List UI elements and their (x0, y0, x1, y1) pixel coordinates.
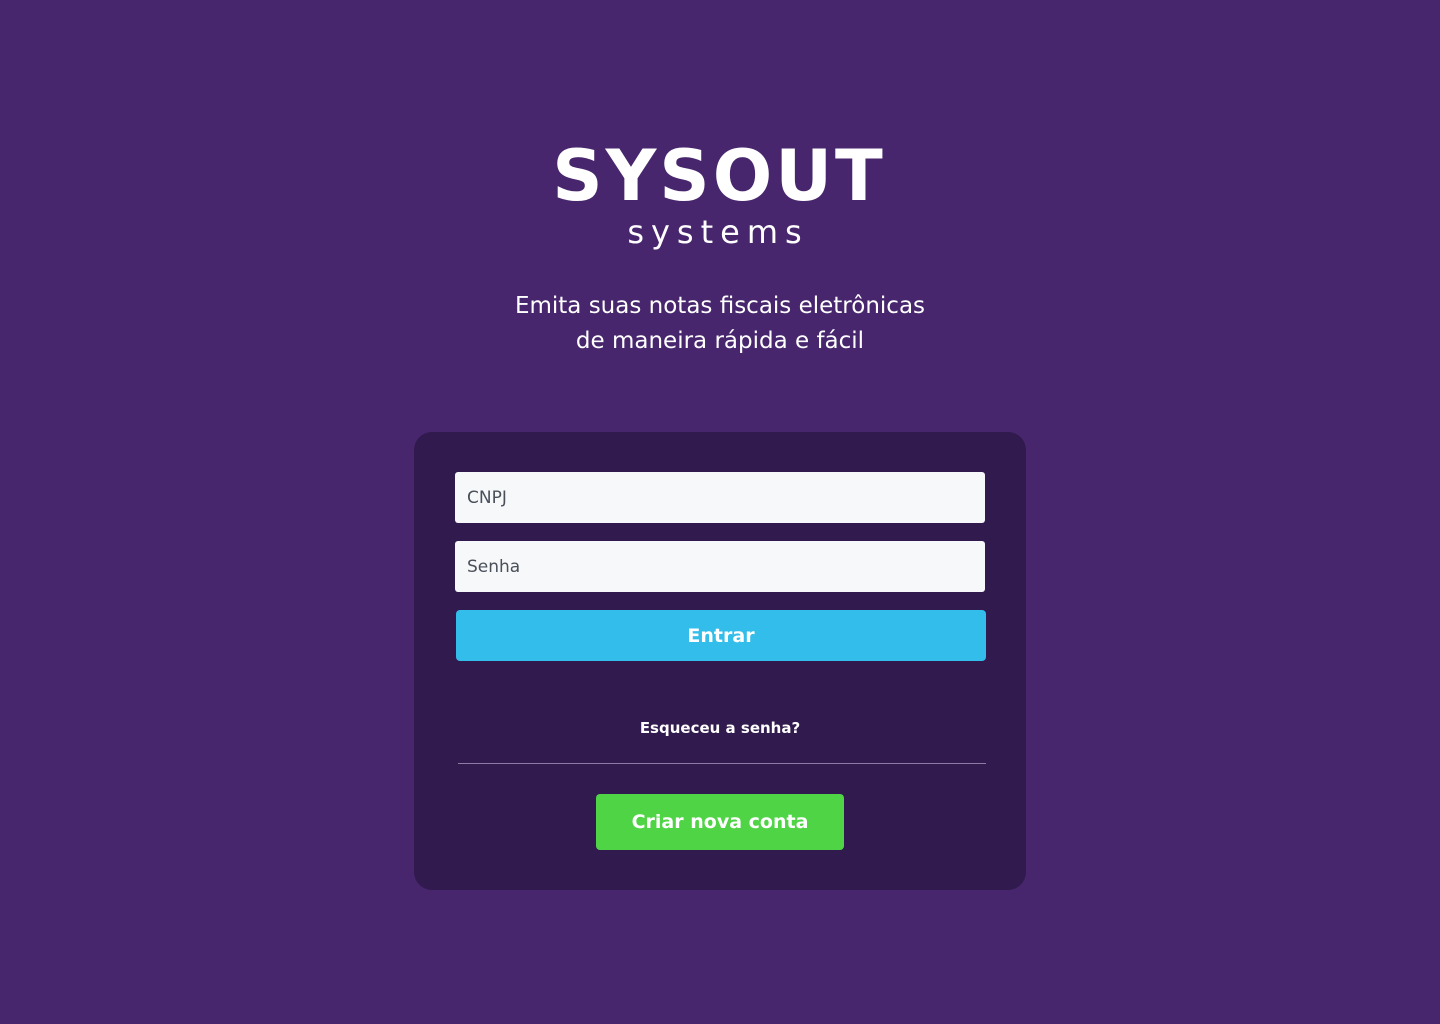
logo-name: SYSOUT (552, 135, 886, 217)
cnpj-input[interactable] (455, 472, 985, 523)
password-input[interactable] (455, 541, 985, 592)
logo: SYSOUT systems (0, 138, 1440, 250)
create-account-button[interactable]: Criar nova conta (596, 794, 844, 850)
forgot-password-link[interactable]: Esqueceu a senha? (414, 718, 1026, 738)
login-button[interactable]: Entrar (456, 610, 986, 661)
divider (458, 763, 986, 764)
logo-subname: systems (627, 213, 809, 251)
login-card: Entrar Esqueceu a senha? Criar nova cont… (414, 432, 1026, 890)
tagline-line-2: de maneira rápida e fácil (575, 328, 865, 354)
tagline: Emita suas notas fiscais eletrônicas de … (0, 289, 1440, 359)
tagline-line-1: Emita suas notas fiscais eletrônicas (514, 293, 926, 319)
